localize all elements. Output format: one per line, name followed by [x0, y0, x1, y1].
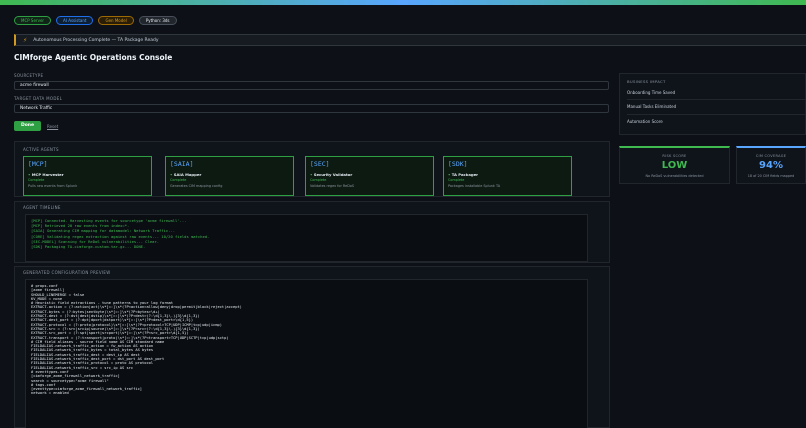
status-pill-ai[interactable]: AI Assistant	[56, 16, 94, 25]
top-accent-bar	[0, 0, 806, 5]
impact-row: Onboarding Time Saved	[627, 90, 676, 95]
divider	[627, 99, 806, 100]
status-pill-model[interactable]: Gen Model	[98, 16, 134, 25]
agent-tag: [SDK]	[448, 160, 468, 168]
business-impact-panel: BUSINESS IMPACT Onboarding Time Saved Ma…	[619, 73, 806, 135]
status-pills: MCP Server AI Assistant Gen Model Python…	[14, 16, 177, 25]
cim-coverage-value: 94%	[759, 160, 783, 171]
lightning-icon: ⚡	[23, 36, 28, 44]
agent-tag: [MCP]	[28, 160, 48, 168]
agent-status: Complete	[28, 178, 45, 182]
impact-row: Manual Tasks Eliminated	[627, 104, 677, 109]
cim-coverage-title: CIM COVERAGE	[755, 154, 787, 158]
datamodel-label: TARGET DATA MODEL	[14, 96, 63, 101]
agents-section-title: ACTIVE AGENTS	[23, 147, 59, 152]
agent-status: Complete	[170, 178, 187, 182]
agent-timeline-panel: AGENT TIMELINE [MCP] Connected. Harvesti…	[14, 201, 610, 263]
risk-score-title: RISK SCORE	[662, 154, 687, 158]
sourcetype-label: SOURCETYPE	[14, 73, 44, 78]
agent-desc: Generates CIM mapping config	[170, 184, 223, 188]
done-button[interactable]: Done	[14, 121, 41, 131]
timeline-section-title: AGENT TIMELINE	[23, 205, 61, 210]
agent-tag: [SEC]	[310, 160, 330, 168]
completion-banner: ⚡ Autonomous Processing Complete — TA Pa…	[14, 34, 806, 46]
risk-score-sub: No ReDoS vulnerabilities detected	[645, 174, 704, 178]
code-line: network = enabled	[31, 391, 69, 396]
banner-text: Autonomous Processing Complete — TA Pack…	[33, 37, 159, 43]
agent-status: Complete	[448, 178, 465, 182]
agent-name: SAIA Mapper	[170, 172, 289, 177]
agent-card-sec[interactable]: [SEC] Security Validator Complete Valida…	[305, 156, 434, 196]
agent-desc: Pulls raw events from Splunk	[28, 184, 78, 188]
agent-card-saia[interactable]: [SAIA] SAIA Mapper Complete Generates CI…	[165, 156, 294, 196]
impact-row: Automation Score	[627, 119, 663, 124]
status-pill-mcp[interactable]: MCP Server	[14, 16, 52, 25]
sourcetype-input[interactable]: acme firewall	[14, 81, 609, 90]
agent-desc: Validates regex for ReDoS	[310, 184, 355, 188]
log-line: [SDK] Packaging TA-cimforge-custom.tar.g…	[31, 244, 146, 250]
divider	[627, 114, 806, 115]
risk-score-card: RISK SCORE LOW No ReDoS vulnerabilities …	[619, 146, 730, 184]
active-agents-panel: ACTIVE AGENTS [MCP] MCP Harvester Comple…	[14, 141, 610, 197]
agent-name: Security Validator	[310, 172, 429, 177]
agent-card-mcp[interactable]: [MCP] MCP Harvester Complete Pulls raw e…	[23, 156, 152, 196]
agent-desc: Packages installable Splunk TA	[448, 184, 501, 188]
page-title: CIMforge Agentic Operations Console	[14, 53, 173, 62]
risk-score-value: LOW	[661, 160, 688, 171]
timeline-log[interactable]: [MCP] Connected. Harvesting events for s…	[25, 214, 588, 262]
agent-card-sdk[interactable]: [SDK] TA Packager Complete Packages inst…	[443, 156, 572, 196]
impact-title: BUSINESS IMPACT	[627, 79, 666, 84]
config-code-block[interactable]: # props.conf [acme firewall] SHOULD_LINEME…	[25, 279, 588, 428]
cim-coverage-sub: 18 of 20 CIM fields mapped	[747, 174, 795, 178]
status-pill-python[interactable]: Python: 3ds	[138, 16, 177, 25]
agent-name: MCP Harvester	[28, 172, 147, 177]
preview-section-title: GENERATED CONFIGURATION PREVIEW	[23, 270, 111, 275]
cim-coverage-card: CIM COVERAGE 94% 18 of 20 CIM fields map…	[736, 146, 806, 184]
reset-link[interactable]: Reset	[47, 124, 58, 129]
datamodel-select[interactable]: Network Traffic	[14, 104, 609, 113]
agent-name: TA Packager	[448, 172, 567, 177]
agent-status: Complete	[310, 178, 327, 182]
config-preview-panel: GENERATED CONFIGURATION PREVIEW # props.…	[14, 266, 610, 428]
agent-tag: [SAIA]	[170, 160, 194, 168]
